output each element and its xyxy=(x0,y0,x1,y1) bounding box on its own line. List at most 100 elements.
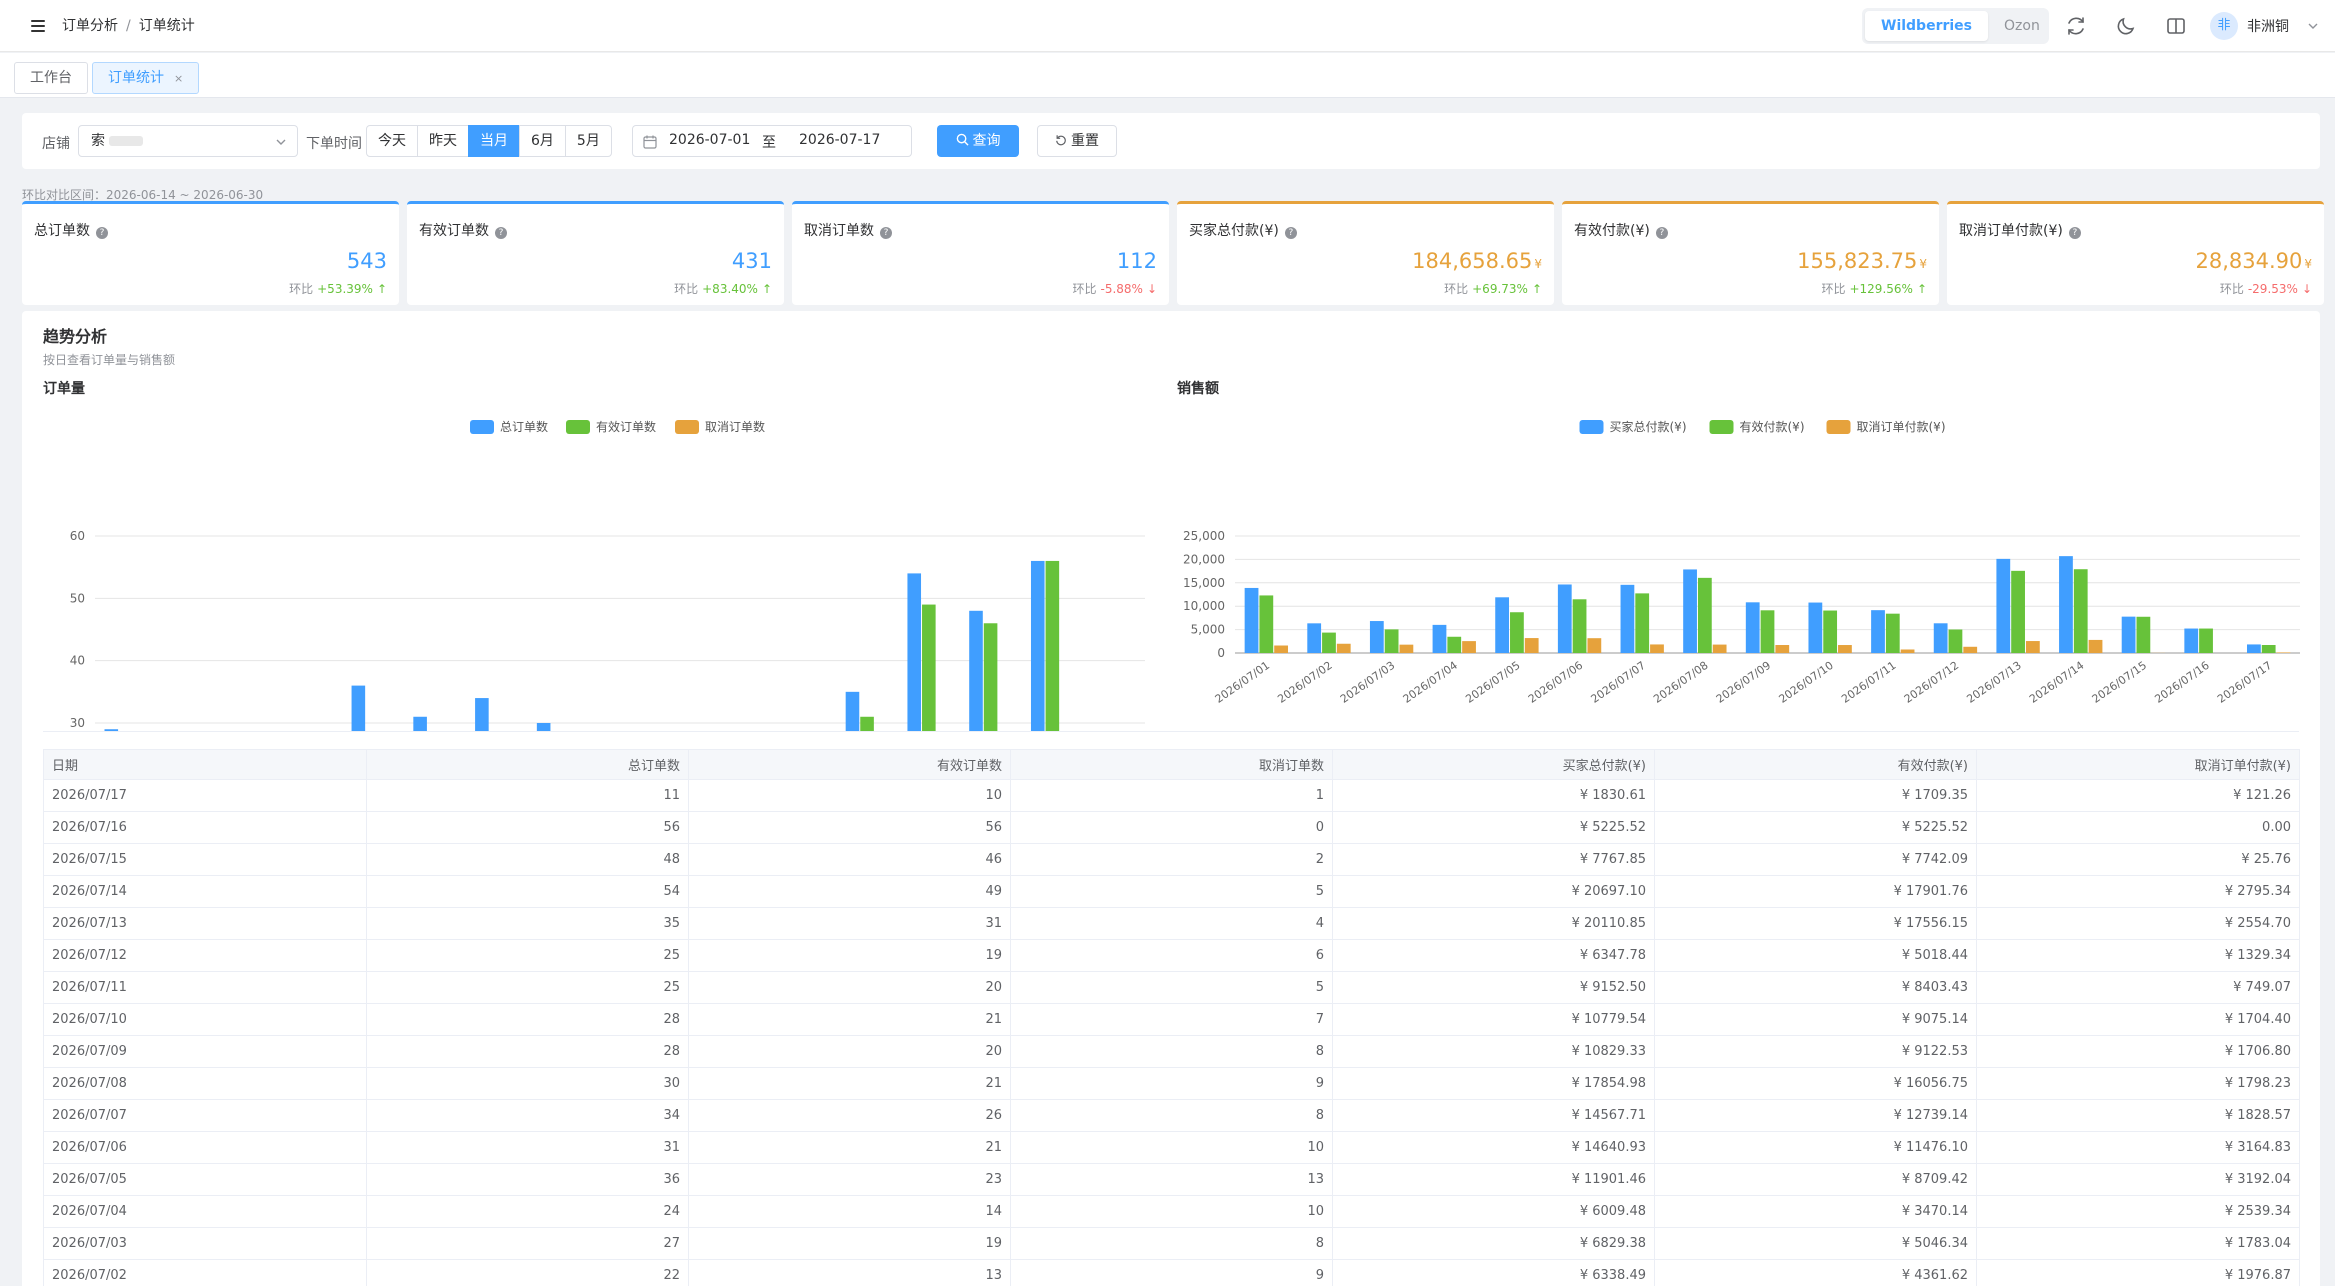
platform-option[interactable]: Ozon xyxy=(1988,11,2056,41)
bar[interactable] xyxy=(1933,623,1948,653)
tab-order-stats[interactable]: 订单统计 × xyxy=(92,62,200,94)
bar[interactable] xyxy=(1462,641,1476,653)
bar[interactable] xyxy=(860,716,874,731)
bar[interactable] xyxy=(1030,560,1045,731)
quick-range-button[interactable]: 当月 xyxy=(468,125,520,157)
bar[interactable] xyxy=(536,723,551,731)
bar[interactable] xyxy=(1524,638,1539,653)
bar[interactable] xyxy=(1384,629,1399,653)
quick-range-button[interactable]: 昨天 xyxy=(417,125,469,157)
start-date-input[interactable]: 2026-07-01 xyxy=(669,132,750,148)
bar[interactable] xyxy=(1745,602,1760,653)
bar[interactable] xyxy=(1495,597,1510,653)
tab-workbench[interactable]: 工作台 xyxy=(14,62,88,94)
bar[interactable] xyxy=(1572,599,1587,653)
bar[interactable] xyxy=(845,691,860,731)
help-icon[interactable]: ? xyxy=(1655,227,1668,239)
bar[interactable] xyxy=(1557,584,1572,653)
bar[interactable] xyxy=(1447,636,1462,653)
quick-range-button[interactable]: 6月 xyxy=(519,125,566,157)
avatar[interactable]: 非 xyxy=(2210,12,2238,40)
bar[interactable] xyxy=(1900,649,1915,653)
table-header-cell[interactable]: 取消订单付款(¥) xyxy=(1976,749,2300,780)
bar[interactable] xyxy=(1259,595,1274,653)
table-header-cell[interactable]: 买家总付款(¥) xyxy=(1332,749,1655,780)
bar[interactable] xyxy=(413,716,427,731)
dark-mode-icon[interactable] xyxy=(2114,14,2138,38)
bar[interactable] xyxy=(2247,644,2261,653)
bar[interactable] xyxy=(1399,644,1414,653)
help-icon[interactable]: ? xyxy=(1284,227,1297,239)
bar[interactable] xyxy=(2199,628,2213,653)
bar[interactable] xyxy=(2025,641,2040,653)
table-header-cell[interactable]: 总订单数 xyxy=(366,749,689,780)
menu-toggle-icon[interactable] xyxy=(28,16,48,36)
chevron-down-icon[interactable] xyxy=(2307,20,2319,32)
bar[interactable] xyxy=(1996,558,2011,653)
help-icon[interactable]: ? xyxy=(96,227,108,239)
bar[interactable] xyxy=(2011,570,2025,653)
bar[interactable] xyxy=(2136,616,2151,653)
bar[interactable] xyxy=(2088,639,2103,653)
bar[interactable] xyxy=(983,623,998,731)
bar[interactable] xyxy=(1838,645,1852,653)
bar[interactable] xyxy=(1274,645,1288,653)
bar[interactable] xyxy=(1823,610,1838,653)
bar[interactable] xyxy=(1510,612,1524,653)
bar[interactable] xyxy=(1244,587,1259,653)
bar[interactable] xyxy=(1307,623,1322,653)
table-cell: 5 xyxy=(1010,875,1333,908)
store-select[interactable]: 索 xyxy=(78,125,298,157)
bar[interactable] xyxy=(2059,556,2073,653)
bar[interactable] xyxy=(1336,643,1351,653)
username[interactable]: 非洲铜 xyxy=(2247,16,2289,36)
breadcrumb: 订单分析 / 订单统计 xyxy=(62,15,195,35)
bar[interactable] xyxy=(969,610,983,731)
bar[interactable] xyxy=(1683,569,1697,653)
quick-range-button[interactable]: 今天 xyxy=(366,125,418,157)
bar[interactable] xyxy=(2261,645,2276,653)
bar[interactable] xyxy=(1369,621,1384,653)
bar[interactable] xyxy=(922,604,936,731)
table-header-cell[interactable]: 有效订单数 xyxy=(688,749,1011,780)
bar[interactable] xyxy=(475,698,489,731)
bar[interactable] xyxy=(1635,593,1650,653)
bar[interactable] xyxy=(1697,577,1712,653)
bar[interactable] xyxy=(1775,645,1790,653)
bar[interactable] xyxy=(1620,584,1635,653)
bar[interactable] xyxy=(1885,613,1900,653)
breadcrumb-item[interactable]: 订单分析 xyxy=(62,18,118,34)
bar[interactable] xyxy=(2121,616,2136,653)
bar[interactable] xyxy=(1808,602,1823,653)
bar[interactable] xyxy=(1045,560,1060,731)
table-header-cell[interactable]: 日期 xyxy=(43,749,367,780)
table-header-cell[interactable]: 取消订单数 xyxy=(1010,749,1333,780)
end-date-input[interactable]: 2026-07-17 xyxy=(799,132,880,148)
table-header-cell[interactable]: 有效付款(¥) xyxy=(1654,749,1977,780)
bar[interactable] xyxy=(2073,569,2088,653)
bar[interactable] xyxy=(1322,632,1336,653)
query-button[interactable]: 查询 xyxy=(937,125,1019,157)
bar[interactable] xyxy=(1650,644,1664,653)
help-icon[interactable]: ? xyxy=(880,227,892,239)
bar[interactable] xyxy=(351,685,366,731)
bar[interactable] xyxy=(1871,610,1885,653)
help-icon[interactable]: ? xyxy=(2068,227,2081,239)
reset-button[interactable]: 重置 xyxy=(1037,125,1117,157)
layout-icon[interactable] xyxy=(2164,14,2188,38)
bar[interactable] xyxy=(1587,638,1602,653)
date-range-picker[interactable]: 2026-07-01 至 2026-07-17 xyxy=(632,125,912,157)
quick-range-button[interactable]: 5月 xyxy=(564,125,612,157)
bar[interactable] xyxy=(1760,610,1775,653)
bar[interactable] xyxy=(2276,652,2291,653)
bar[interactable] xyxy=(1712,644,1727,653)
platform-option[interactable]: Wildberries xyxy=(1865,11,1989,41)
bar[interactable] xyxy=(907,573,922,731)
refresh-icon[interactable] xyxy=(2064,14,2088,38)
close-icon[interactable]: × xyxy=(174,72,183,85)
bar[interactable] xyxy=(2184,628,2199,653)
bar[interactable] xyxy=(1948,629,1963,653)
bar[interactable] xyxy=(1432,624,1447,653)
help-icon[interactable]: ? xyxy=(495,227,507,239)
bar[interactable] xyxy=(1963,646,1978,653)
